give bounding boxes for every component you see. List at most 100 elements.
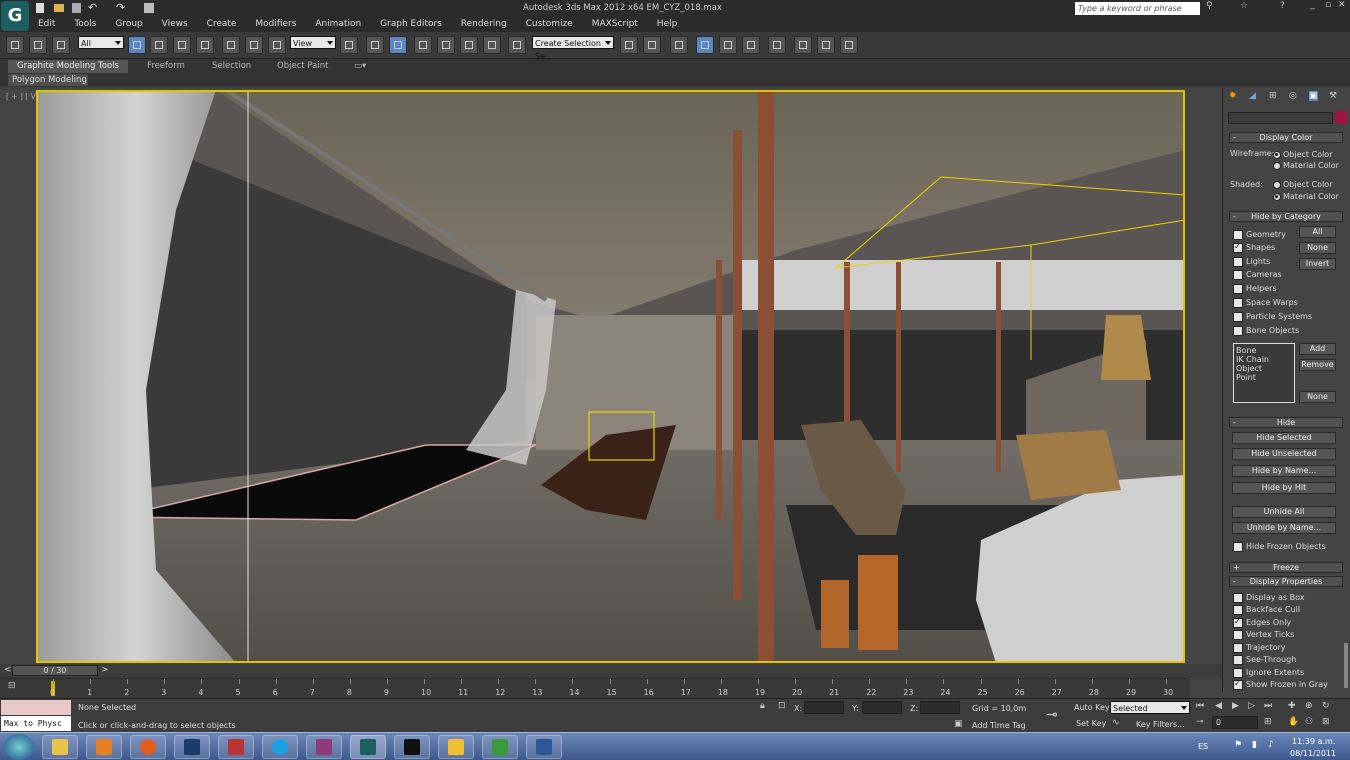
rendered-frame-window-icon[interactable] [817, 36, 835, 54]
time-prev-icon[interactable]: < [4, 665, 12, 675]
see-through-checkbox[interactable]: See-Through [1233, 654, 1296, 666]
key-mode-dropdown[interactable]: Selected [1110, 701, 1190, 714]
set-key-button[interactable]: Set Key [1076, 719, 1106, 728]
edit-named-selection-icon[interactable] [508, 36, 526, 54]
restore-button[interactable]: ▫ [1325, 0, 1331, 10]
key-filters-button[interactable]: Key Filters... [1136, 720, 1185, 729]
pan-icon[interactable]: ✋ [1288, 717, 1299, 727]
taskbar-firefox[interactable] [130, 735, 166, 759]
menu-animation[interactable]: Animation [315, 17, 361, 32]
undo-icon[interactable]: ↶ [88, 1, 97, 14]
menu-rendering[interactable]: Rendering [461, 17, 507, 32]
x-coordinate-field[interactable] [804, 701, 844, 714]
maximize-viewport-icon[interactable]: ⊠ [1322, 717, 1330, 727]
rotate-icon[interactable] [245, 36, 263, 54]
next-frame-icon[interactable]: ▷ [1248, 701, 1255, 711]
hide-by-category-rollout[interactable]: - Hide by Category [1229, 211, 1343, 222]
shaded-object-color-radio[interactable]: Object Color [1273, 179, 1332, 190]
select-object-icon[interactable] [128, 36, 146, 54]
vertex-ticks-checkbox[interactable]: Vertex Ticks [1233, 629, 1294, 641]
render-setup-icon[interactable] [794, 36, 812, 54]
close-button[interactable]: ✕ [1338, 0, 1346, 10]
taskbar-network[interactable] [482, 735, 518, 759]
category-bone-objects-checkbox[interactable]: Bone Objects [1233, 325, 1299, 337]
tab-selection[interactable]: Selection [212, 60, 251, 73]
ignore-extents-checkbox[interactable]: Ignore Extents [1233, 667, 1304, 679]
category-add-button[interactable]: Add [1299, 343, 1336, 355]
scene-render[interactable] [36, 90, 1185, 663]
volume-icon[interactable]: ♪ [1268, 740, 1274, 750]
list-item[interactable]: Bone [1236, 346, 1292, 355]
track-bar[interactable]: ⊟ 0 1 2 3 4 5 6 7 8 9 10 11 12 13 14 15 16 17 18 19 20 21 22 23… [0, 678, 1190, 698]
auto-key-button[interactable]: Auto Key [1074, 703, 1110, 712]
show-frozen-in-gray-checkbox[interactable]: Show Frozen in Gray [1233, 678, 1328, 691]
hide-rollout[interactable]: - Hide [1229, 417, 1343, 428]
unhide-all-button[interactable]: Unhide All [1232, 506, 1336, 518]
taskbar-winrar[interactable] [306, 735, 342, 759]
tab-freeform[interactable]: Freeform [147, 60, 185, 73]
maxscript-mini-listener[interactable] [1, 700, 71, 715]
start-button[interactable] [4, 734, 34, 760]
material-editor-icon[interactable] [768, 36, 786, 54]
select-by-name-icon[interactable] [150, 36, 168, 54]
redo-icon[interactable]: ↷ [116, 1, 125, 14]
y-coordinate-field[interactable] [862, 701, 902, 714]
layer-manager-icon[interactable] [670, 36, 688, 54]
clock-time[interactable]: 11:39 a.m. [1292, 737, 1335, 746]
project-folder-icon[interactable] [144, 3, 154, 13]
viewport[interactable] [36, 90, 1185, 663]
zoom-icon[interactable]: ✚ [1288, 701, 1296, 711]
category-remove-button[interactable]: Remove [1299, 359, 1336, 371]
list-item[interactable]: IK Chain Object [1236, 355, 1292, 373]
taskbar-word[interactable] [526, 735, 562, 759]
network-tray-icon[interactable]: ▮ [1252, 740, 1257, 750]
pivot-center-icon[interactable] [340, 36, 358, 54]
motion-tab-icon[interactable]: ◎ [1289, 91, 1297, 101]
mini-curve-editor-icon[interactable]: ⊟ [8, 681, 16, 691]
walkthrough-icon[interactable]: ⚇ [1305, 717, 1313, 727]
go-to-end-icon[interactable]: ⏭ [1264, 701, 1272, 711]
edges-only-checkbox[interactable]: Edges Only [1233, 616, 1291, 629]
taskbar-3dsmax[interactable] [350, 735, 386, 759]
app-logo[interactable]: G [1, 1, 29, 31]
save-file-icon[interactable] [72, 3, 81, 13]
bind-space-warp-icon[interactable] [52, 36, 70, 54]
menu-tools[interactable]: Tools [74, 17, 96, 32]
trajectory-checkbox[interactable]: Trajectory [1233, 642, 1286, 654]
display-properties-rollout[interactable]: - Display Properties [1229, 576, 1343, 587]
time-tag-icon[interactable]: ▣ [954, 719, 963, 729]
category-shapes-checkbox[interactable]: Shapes [1233, 241, 1275, 254]
taskbar-messenger[interactable] [438, 735, 474, 759]
menu-edit[interactable]: Edit [38, 17, 55, 32]
angle-snap-icon[interactable] [437, 36, 455, 54]
curve-editor-icon[interactable] [719, 36, 737, 54]
category-cameras-checkbox[interactable]: Cameras [1233, 269, 1282, 281]
select-manipulate-icon[interactable] [366, 36, 384, 54]
create-tab-icon[interactable]: ✹ [1229, 91, 1237, 101]
category-geometry-checkbox[interactable]: Geometry [1233, 229, 1286, 241]
taskbar-explorer[interactable] [42, 735, 78, 759]
align-icon[interactable] [643, 36, 661, 54]
render-production-icon[interactable] [840, 36, 858, 54]
snaps-toggle-icon[interactable] [414, 36, 432, 54]
taskbar-photoshop[interactable] [174, 735, 210, 759]
category-invert-button[interactable]: Invert [1299, 258, 1336, 270]
clock-date[interactable]: 08/11/2011 [1290, 749, 1336, 758]
taskbar-skype[interactable] [262, 735, 298, 759]
rectangular-selection-icon[interactable] [173, 36, 191, 54]
zoom-all-icon[interactable]: ⊕ [1305, 701, 1313, 711]
wireframe-material-color-radio[interactable]: Material Color [1273, 160, 1339, 171]
utilities-tab-icon[interactable]: ⚒ [1329, 91, 1337, 101]
hide-by-name-button[interactable]: Hide by Name... [1232, 465, 1336, 477]
open-file-icon[interactable] [54, 4, 64, 12]
hierarchy-tab-icon[interactable]: ⊞ [1269, 91, 1277, 101]
unlink-icon[interactable] [29, 36, 47, 54]
menu-help[interactable]: Help [657, 17, 678, 32]
hide-selected-button[interactable]: Hide Selected [1232, 432, 1336, 444]
current-frame-field[interactable]: 0 [1212, 716, 1258, 729]
backface-cull-checkbox[interactable]: Backface Cull [1233, 604, 1300, 616]
time-next-icon[interactable]: > [101, 665, 109, 675]
category-particle-systems-checkbox[interactable]: Particle Systems [1233, 311, 1312, 323]
category-all-button[interactable]: All [1299, 226, 1336, 238]
object-color-swatch[interactable] [1335, 111, 1347, 124]
